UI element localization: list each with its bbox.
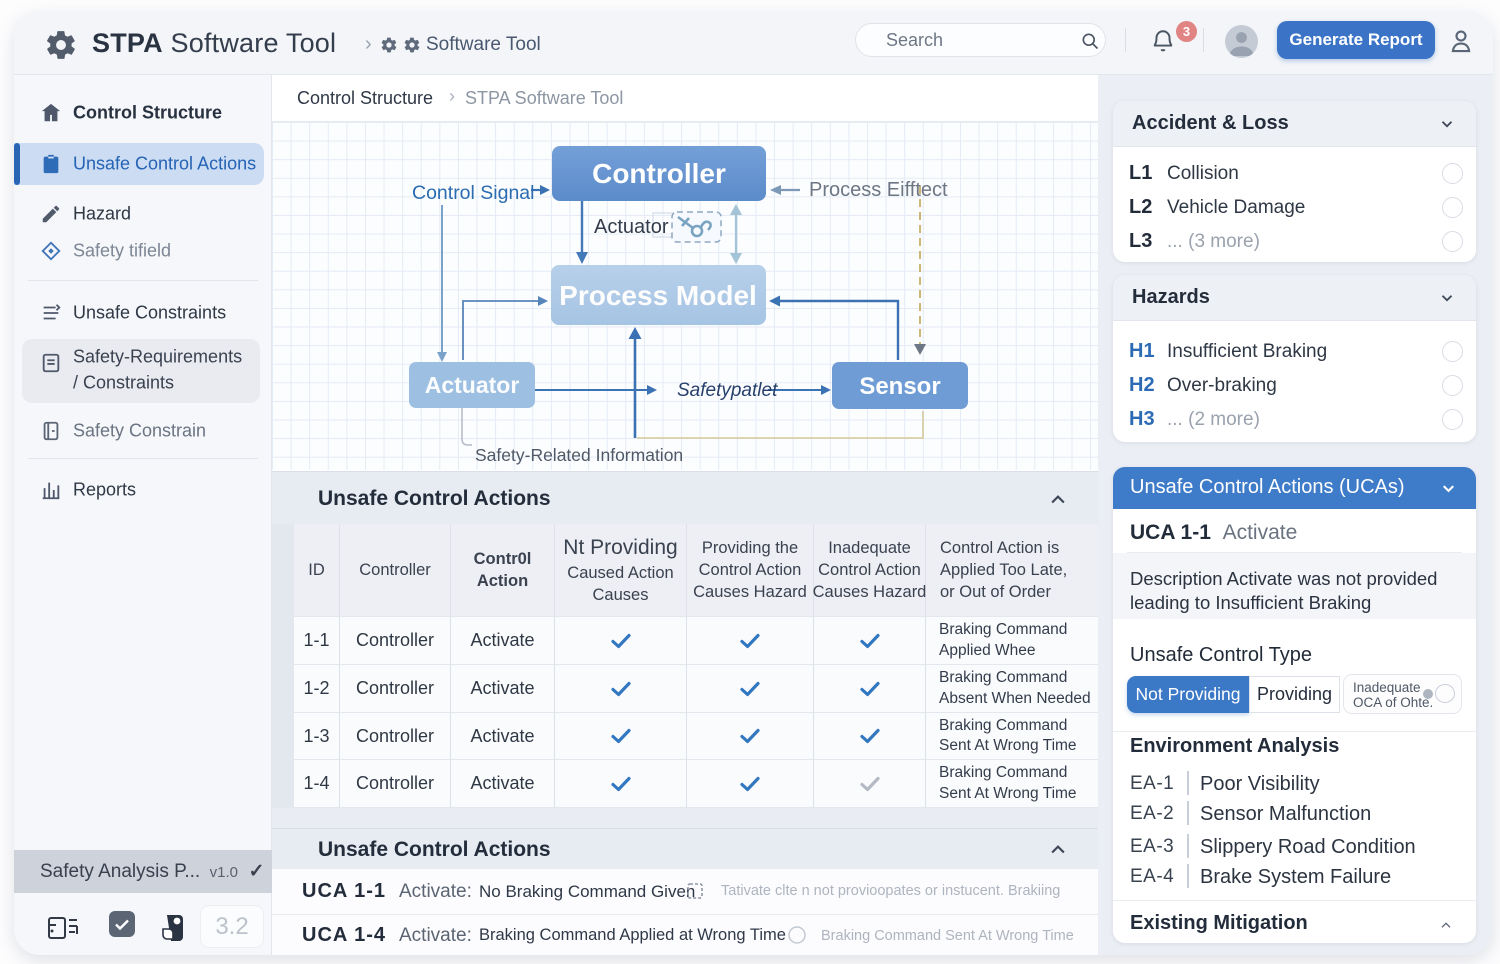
svg-text:Process Eifftect: Process Eifftect [809,179,948,201]
svg-text:Control Signal: Control Signal [412,182,534,204]
svg-text:Safety-Related Information: Safety-Related Information [475,445,683,465]
svg-text:Process Model: Process Model [559,280,757,311]
svg-text:Controller: Controller [592,158,726,189]
svg-text:Actuator: Actuator [425,372,520,398]
svg-text:Sensor: Sensor [859,373,940,400]
svg-text:Safetypatlet: Safetypatlet [677,380,778,401]
svg-text:Actuator: Actuator [594,216,669,238]
